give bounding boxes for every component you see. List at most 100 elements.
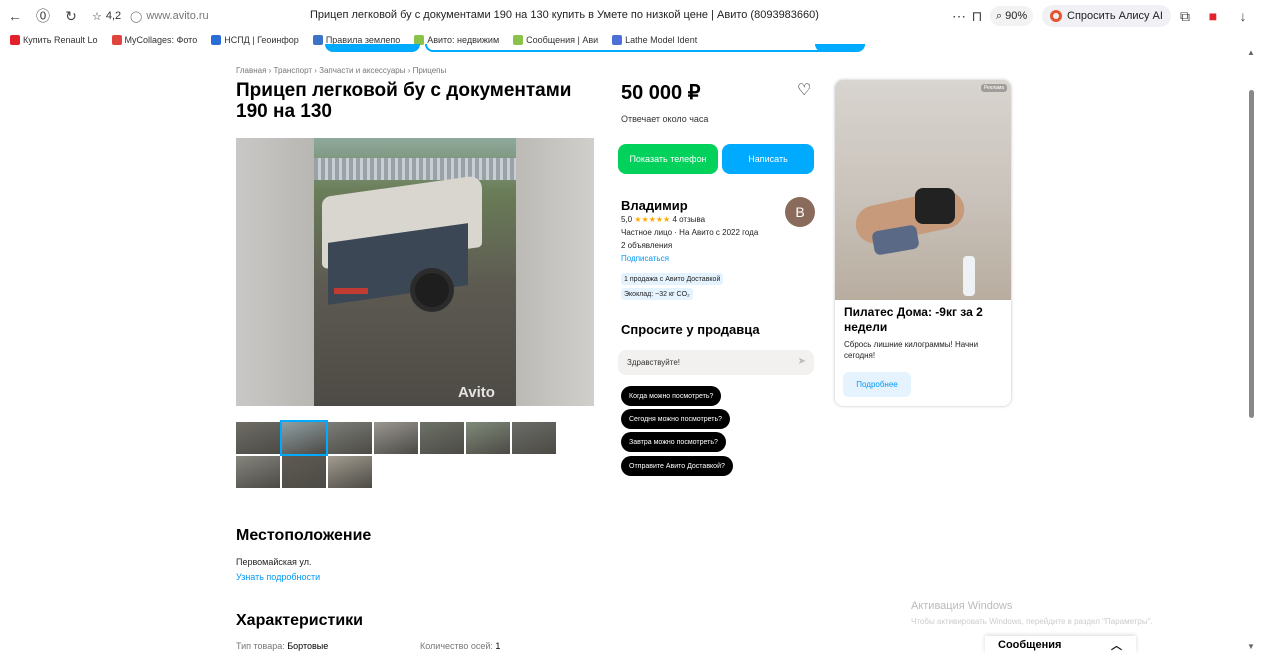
collage-icon	[111, 35, 122, 45]
favorite-heart-icon[interactable]: ♡	[797, 80, 811, 100]
delivery-badge: 1 продажа с Авито Доставкой	[621, 273, 724, 285]
chevron-up-icon[interactable]: ︿	[1111, 637, 1122, 653]
seller-rating-line[interactable]: 5,0 ★★★★★ 4 отзыва	[621, 215, 705, 224]
bookmark-item[interactable]: Купить Renault Lo	[10, 35, 98, 45]
site-search-input[interactable]	[425, 44, 865, 52]
bookmark-item[interactable]: НСПД | Геоинфор	[211, 35, 299, 45]
reply-time: Отвечает около часа	[621, 114, 709, 124]
site-header-strip	[325, 44, 865, 52]
gallery-thumbnail[interactable]	[420, 422, 464, 454]
ad-title[interactable]: Пилатес Дома: -9кг за 2 недели	[844, 305, 1004, 335]
quick-question-chip[interactable]: Сегодня можно посмотреть?	[621, 409, 731, 429]
seller-rating: 5,0	[621, 215, 633, 224]
gallery-thumbnail[interactable]	[282, 456, 326, 488]
ad-label: Реклама	[980, 84, 1007, 92]
bookmark-icon[interactable]: ⊓	[968, 7, 986, 25]
gallery-thumbnail[interactable]	[374, 422, 418, 454]
quick-question-chip[interactable]: Когда можно посмотреть?	[621, 386, 722, 406]
bookmark-item[interactable]: MyCollages: Фото	[111, 35, 197, 45]
back-arrow-icon[interactable]: ←	[6, 7, 24, 25]
specs-heading: Характеристики	[236, 612, 364, 629]
windows-activation-title: Активация Windows	[911, 600, 1013, 612]
ask-seller-title: Спросите у продавца	[621, 322, 760, 337]
show-phone-button[interactable]: Показать телефон	[618, 144, 718, 174]
search-icon: ⌕	[996, 9, 1003, 22]
send-icon[interactable]: ➤	[798, 356, 806, 367]
translate-icon[interactable]: ⧉	[1176, 7, 1194, 25]
messages-label: Сообщения	[998, 638, 1062, 651]
yandex-icon[interactable]: ⓪	[34, 7, 52, 25]
ask-seller-input[interactable]: Здравствуйте! ➤	[618, 350, 814, 375]
browser-toolbar: ← ⓪ ↻ ☆ 4,2 ◯ www.avito.ru Прицеп легков…	[0, 0, 1262, 32]
quick-question-chip[interactable]: Отправите Авито Доставкой?	[621, 456, 733, 476]
gallery-blur-left	[236, 138, 316, 406]
scroll-up-icon[interactable]: ▲	[1247, 48, 1255, 57]
location-street: Первомайская ул.	[236, 557, 312, 567]
zoom-indicator[interactable]: ⌕ 90%	[990, 6, 1034, 26]
site-rating[interactable]: ☆ 4,2	[92, 7, 121, 25]
more-icon[interactable]: ⋯	[950, 7, 968, 25]
gallery-blur-right	[516, 138, 594, 406]
all-categories-button[interactable]	[325, 44, 420, 52]
quick-question-chip[interactable]: Завтра можно посмотреть?	[621, 432, 726, 452]
ad-image[interactable]: Реклама	[835, 80, 1011, 300]
spec-type-label: Тип товара:	[236, 641, 285, 651]
spec-type-value: Бортовые	[287, 641, 329, 651]
photo-reflector	[334, 288, 368, 294]
spec-type: Тип товара: Бортовые	[236, 641, 328, 651]
ad-description: Сбрось лишние килограммы! Начни сегодня!	[844, 340, 979, 360]
avito-watermark: Avito	[458, 384, 495, 401]
gallery-thumbnail[interactable]	[236, 456, 280, 488]
page-title: Прицеп легковой бу с документами 190 на …	[236, 80, 572, 122]
gallery-thumbnail[interactable]	[328, 456, 372, 488]
seller-type-since: Частное лицо · На Авито с 2022 года	[621, 228, 759, 237]
gallery-thumbnail[interactable]	[466, 422, 510, 454]
ask-alice-label: Спросить Алису AI	[1067, 10, 1163, 22]
spec-axles-value: 1	[495, 641, 501, 651]
photo-wheel	[410, 268, 454, 312]
gallery-thumbnail[interactable]	[512, 422, 556, 454]
gallery-thumbnail[interactable]	[328, 422, 372, 454]
zoom-value: 90%	[1005, 10, 1028, 22]
bookmark-label: Купить Renault Lo	[23, 35, 98, 45]
windows-activation-text: Чтобы активировать Windows, перейдите в …	[911, 617, 1153, 626]
spec-axles: Количество осей: 1	[420, 641, 500, 651]
address-bar[interactable]: ◯ www.avito.ru	[130, 7, 209, 25]
seller-ads-count[interactable]: 2 объявления	[621, 241, 672, 250]
avatar[interactable]: В	[785, 197, 815, 227]
tab-title: Прицеп легковой бу с документами 190 на …	[310, 9, 819, 21]
url-text: www.avito.ru	[146, 10, 209, 22]
main-photo[interactable]	[314, 138, 516, 406]
site-rating-value: 4,2	[105, 10, 122, 22]
star-icon: ☆	[92, 10, 102, 23]
eco-badge: Экоклад: ~32 кг CO₂	[621, 288, 693, 300]
scroll-down-icon[interactable]: ▼	[1247, 642, 1255, 651]
messages-panel[interactable]: Сообщения ︿	[985, 636, 1136, 653]
location-details-link[interactable]: Узнать подробности	[236, 572, 320, 582]
breadcrumb[interactable]: Главная › Транспорт › Запчасти и аксессу…	[236, 66, 446, 75]
subscribe-link[interactable]: Подписаться	[621, 254, 669, 263]
book-icon	[312, 35, 323, 45]
map-icon	[211, 35, 222, 45]
ad-card[interactable]: Реклама Пилатес Дома: -9кг за 2 недели С…	[835, 80, 1011, 406]
ad-more-button[interactable]: Подробнее	[843, 372, 911, 397]
bookmark-label: НСПД | Геоинфор	[224, 35, 299, 45]
rating-stars: ★★★★★	[634, 215, 671, 224]
ask-alice-button[interactable]: Спросить Алису AI	[1042, 5, 1171, 27]
extension-icon[interactable]: ■	[1204, 7, 1222, 25]
write-button[interactable]: Написать	[722, 144, 814, 174]
scrollbar[interactable]	[1249, 90, 1254, 418]
reload-icon[interactable]: ↻	[62, 7, 80, 25]
site-search-button[interactable]	[815, 44, 865, 52]
location-heading: Местоположение	[236, 527, 372, 544]
seller-name[interactable]: Владимир	[621, 198, 688, 213]
thumbnail-strip	[236, 420, 566, 488]
spec-axles-label: Количество осей:	[420, 641, 493, 651]
price: 50 000 ₽	[621, 82, 701, 104]
alice-icon	[1050, 10, 1062, 22]
photo-gallery[interactable]: Avito	[236, 138, 594, 406]
ask-input-value: Здравствуйте!	[627, 358, 681, 367]
gallery-thumbnail[interactable]	[280, 420, 328, 456]
download-icon[interactable]: ↓	[1234, 7, 1252, 25]
gallery-thumbnail[interactable]	[236, 422, 280, 454]
